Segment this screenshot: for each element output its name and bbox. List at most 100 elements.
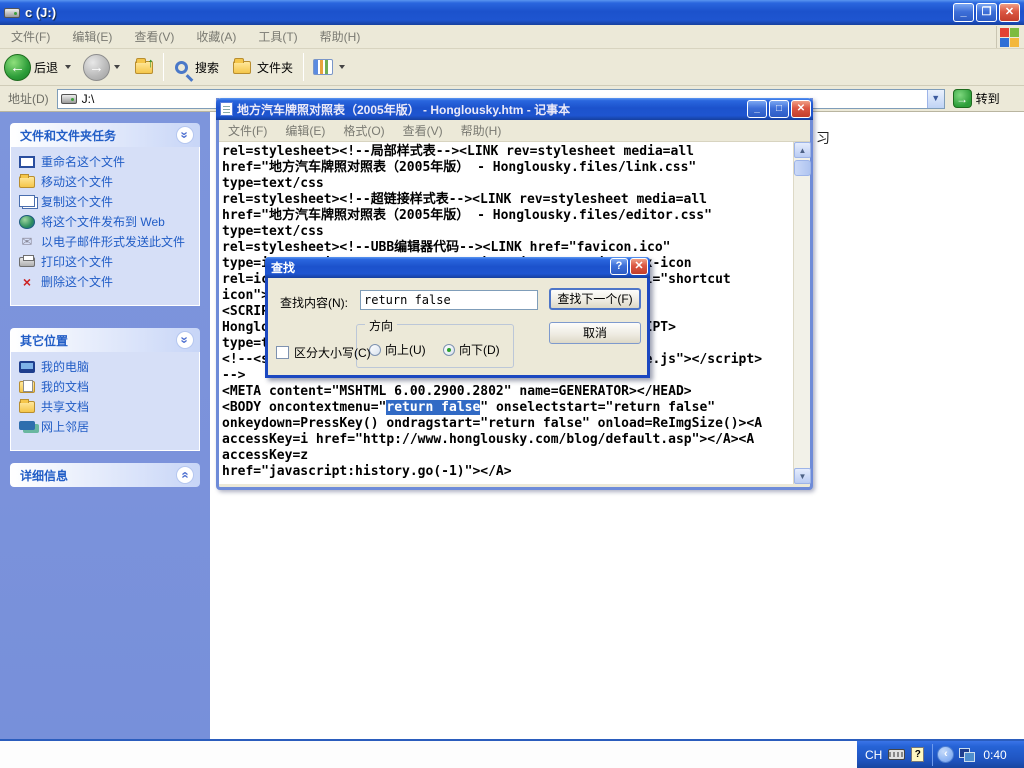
notepad-vertical-scrollbar[interactable]: ▲ ▼ [793,142,810,484]
keyboard-icon[interactable] [888,749,905,760]
notepad-menu-edit[interactable]: 编辑(E) [276,122,334,139]
go-button[interactable]: → 转到 [953,89,1000,108]
task-delete-file[interactable]: × 删除这个文件 [19,275,193,289]
text-line: rel=stylesheet><!--局部样式表--><LINK rev=sty… [222,144,793,160]
views-button[interactable] [307,49,353,85]
file-tasks-panel: 文件和文件夹任务 » 重命名这个文件 移动这个文件 复制这个文件 [10,123,200,306]
views-icon [313,59,333,75]
explorer-menubar: 文件(F) 编辑(E) 查看(V) 收藏(A) 工具(T) 帮助(H) [0,25,1024,49]
notepad-maximize-button[interactable]: □ [769,100,789,118]
place-my-computer[interactable]: 我的电脑 [19,360,193,374]
forward-dropdown-arrow[interactable] [114,65,120,69]
text-line: href="地方汽车牌照对照表（2005年版） - Honglousky.fil… [222,208,793,224]
notepad-menu-format[interactable]: 格式(O) [334,122,393,139]
find-dialog-titlebar[interactable]: 查找 ? ✕ [265,257,650,278]
menu-favorites[interactable]: 收藏(A) [185,28,247,45]
scroll-up-arrow[interactable]: ▲ [794,142,811,158]
network-places-icon [19,421,35,430]
menu-tools[interactable]: 工具(T) [247,28,308,45]
help-button[interactable]: ? [610,258,628,275]
notepad-menu-help[interactable]: 帮助(H) [452,122,511,139]
menu-file[interactable]: 文件(F) [0,28,61,45]
find-what-input[interactable] [360,290,538,310]
minimize-button[interactable]: _ [953,3,974,22]
drive-icon [4,8,20,18]
notepad-titlebar[interactable]: 地方汽车牌照对照表（2005年版） - Honglousky.htm - 记事本… [216,98,813,120]
explorer-toolbar: ← 后退 → ↑ 搜索 文件夹 [0,49,1024,86]
details-header[interactable]: 详细信息 » [10,463,200,487]
back-dropdown-arrow[interactable] [65,65,71,69]
rename-icon [19,156,35,168]
task-email-file[interactable]: ✉ 以电子邮件形式发送此文件 [19,235,193,249]
tray-collapse-chevron[interactable]: ‹ [937,746,954,763]
scroll-down-arrow[interactable]: ▼ [794,468,811,484]
ime-indicator[interactable]: CH [865,748,882,762]
delete-icon: × [19,275,35,289]
collapse-chevron-icon[interactable]: » [176,126,194,144]
notepad-menu-file[interactable]: 文件(F) [219,122,276,139]
notepad-menu-view[interactable]: 查看(V) [394,122,452,139]
toolbar-separator [303,53,304,81]
cancel-button[interactable]: 取消 [549,322,641,344]
direction-down-radio[interactable]: 向下(D) [443,341,500,358]
taskbar[interactable]: CH ? ‹ 0:40 [0,739,1024,768]
selected-text: return false [386,400,480,415]
task-copy-file[interactable]: 复制这个文件 [19,195,193,209]
direction-up-radio[interactable]: 向上(U) [369,341,426,358]
checkbox-unchecked-icon [276,346,289,359]
explorer-task-pane: 文件和文件夹任务 » 重命名这个文件 移动这个文件 复制这个文件 [0,112,210,739]
publish-web-icon [19,215,35,229]
task-move-file[interactable]: 移动这个文件 [19,175,193,189]
text-line: href="地方汽车牌照对照表（2005年版） - Honglousky.fil… [222,160,793,176]
task-publish-file[interactable]: 将这个文件发布到 Web [19,215,193,229]
find-close-button[interactable]: ✕ [630,258,648,275]
notepad-close-button[interactable]: ✕ [791,100,811,118]
move-file-icon [19,176,35,188]
menu-edit[interactable]: 编辑(E) [61,28,123,45]
task-rename-file[interactable]: 重命名这个文件 [19,155,193,169]
folders-button[interactable]: 文件夹 [226,49,300,85]
restore-button[interactable]: ❐ [976,3,997,22]
tray-help-icon[interactable]: ? [911,747,924,762]
text-line: type=text/css [222,224,793,240]
views-dropdown-arrow[interactable] [339,65,345,69]
back-button[interactable]: ← 后退 [0,49,79,85]
up-button[interactable]: ↑ [128,49,160,85]
back-icon: ← [4,54,31,81]
task-print-file[interactable]: 打印这个文件 [19,255,193,269]
address-dropdown-button[interactable]: ▼ [927,90,944,108]
clock[interactable]: 0:40 [983,748,1006,762]
details-panel: 详细信息 » [10,463,200,487]
copy-file-icon [19,195,35,207]
network-tray-icon[interactable] [959,748,975,761]
place-my-documents[interactable]: 我的文档 [19,380,193,394]
place-network[interactable]: 网上邻居 [19,420,193,434]
find-next-button[interactable]: 查找下一个(F) [549,288,641,310]
other-places-panel: 其它位置 » 我的电脑 我的文档 共享文档 网上邻居 [10,328,200,451]
menu-help[interactable]: 帮助(H) [309,28,372,45]
text-line: onkeydown=PressKey() ondragstart="return… [222,416,793,432]
expand-chevron-icon[interactable]: » [176,466,194,484]
close-button[interactable]: ✕ [999,3,1020,22]
search-button[interactable]: 搜索 [167,49,226,85]
notepad-menubar: 文件(F) 编辑(E) 格式(O) 查看(V) 帮助(H) [219,120,810,142]
notepad-title: 地方汽车牌照对照表（2005年版） - Honglousky.htm - 记事本 [237,101,570,118]
text-line: type=text/css [222,176,793,192]
find-dialog: 查找 ? ✕ 查找内容(N): 查找下一个(F) 取消 方向 向上(U) 向下(… [265,257,650,378]
up-folder-icon: ↑ [135,61,153,74]
place-shared-documents[interactable]: 共享文档 [19,400,193,414]
notepad-minimize-button[interactable]: _ [747,100,767,118]
collapse-chevron-icon[interactable]: » [176,331,194,349]
explorer-titlebar: c (J:) _ ❐ ✕ [0,0,1024,25]
find-what-label: 查找内容(N): [280,294,348,311]
other-places-header[interactable]: 其它位置 » [10,328,200,352]
email-icon: ✉ [19,235,35,249]
direction-groupbox: 方向 向上(U) 向下(D) [356,324,514,368]
text-line-with-selection: <BODY oncontextmenu="return false" onsel… [222,400,793,416]
scrollbar-thumb[interactable] [794,160,811,176]
file-tasks-header[interactable]: 文件和文件夹任务 » [10,123,200,147]
menu-view[interactable]: 查看(V) [123,28,185,45]
my-documents-icon [19,381,35,393]
match-case-checkbox[interactable]: 区分大小写(C) [276,344,371,361]
forward-button[interactable]: → [79,49,128,85]
